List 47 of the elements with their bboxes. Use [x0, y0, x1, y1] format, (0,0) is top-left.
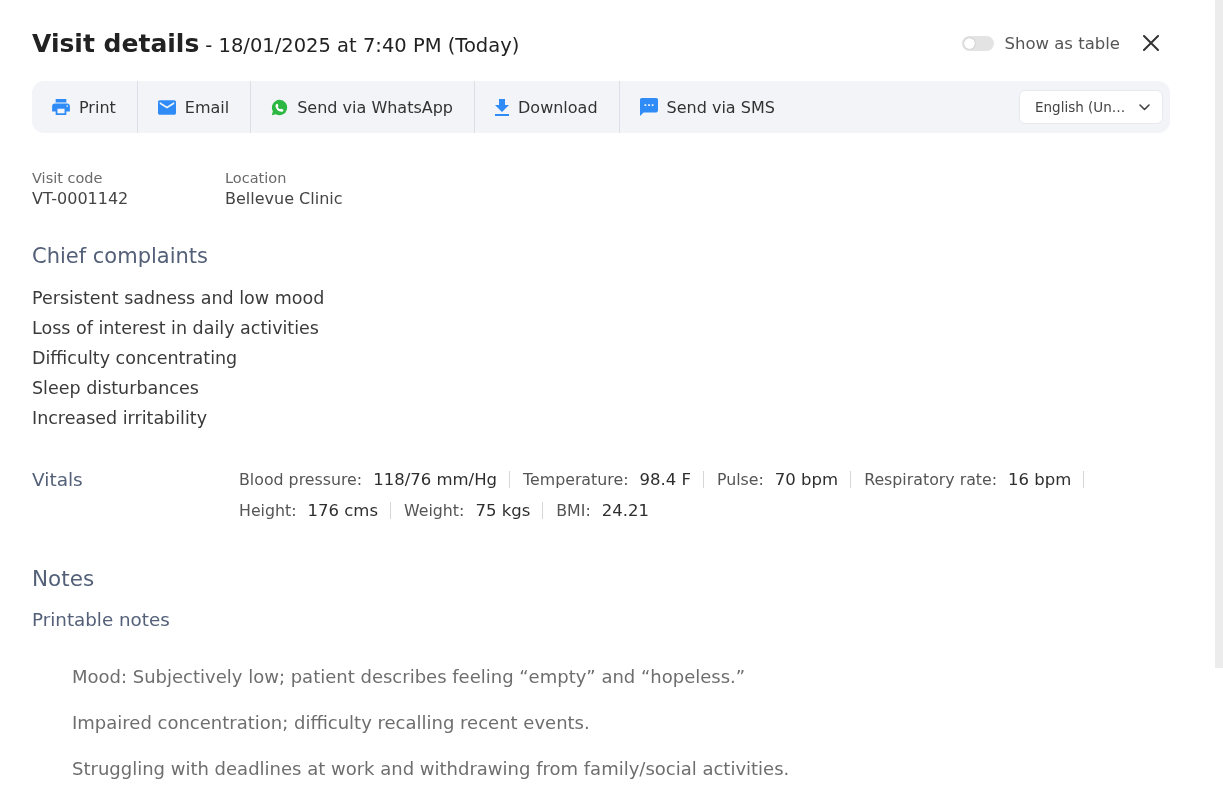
complaint-item: Persistent sadness and low mood [32, 287, 325, 310]
complaint-item: Difficulty concentrating [32, 347, 238, 370]
vital-label: Pulse: [716, 470, 764, 489]
vital-value: 75 kgs [475, 501, 531, 520]
toolbar-button[interactable]: Download [474, 81, 619, 133]
section-heading: Chief complaints [32, 243, 208, 270]
vital-value: 24.21 [601, 501, 649, 520]
vital-label: Respiratory rate: [864, 470, 998, 489]
vital-label: BMI: [556, 501, 591, 520]
toolbar-button[interactable]: Print [32, 81, 137, 133]
field-label: Location [225, 169, 287, 188]
note-text: Impaired concentration; difficulty recalling recent events. [72, 711, 590, 735]
toggle-label[interactable]: Show as table [1004, 33, 1120, 53]
field-value: Bellevue Clinic [225, 188, 343, 210]
note-text: Struggling with deadlines at work and withdrawing from family/social activities. [72, 757, 790, 781]
section-heading: Notes [32, 565, 95, 593]
language-select[interactable]: English (Un… [1019, 90, 1163, 124]
message-icon [639, 98, 658, 116]
phone-chat-icon [271, 98, 289, 116]
vital-value: 70 bpm [774, 470, 839, 489]
vital-label: Weight: [404, 501, 465, 520]
toolbar-button[interactable]: Send via SMS [618, 81, 796, 133]
printer-icon [52, 99, 70, 115]
vital-value: 16 bpm [1008, 470, 1072, 489]
complaint-item: Sleep disturbances [32, 377, 199, 400]
visit-date: - 18/01/2025 at 7:40 PM (Today) [205, 33, 520, 57]
chevron-down-icon [1139, 103, 1150, 111]
close-icon [1143, 35, 1159, 51]
note-text: Mood: Subjectively low; patient describes feeling “empty” and “hopeless.” [72, 665, 746, 689]
vital-label: Height: [239, 501, 297, 520]
subsection-heading: Printable notes [32, 608, 170, 632]
toolbar-button[interactable]: Email [136, 81, 251, 133]
vital-label: Temperature: [523, 470, 629, 489]
envelope-icon [157, 99, 176, 115]
complaint-item: Loss of interest in daily activities [32, 317, 319, 340]
field-value: VT-0001142 [32, 188, 129, 210]
complaint-item: Increased irritability [32, 407, 208, 430]
toggle-switch[interactable] [962, 35, 995, 51]
dialog-title: Visit details [32, 28, 200, 58]
section-heading: Vitals [32, 468, 83, 492]
vital-value: 176 cms [307, 501, 379, 520]
field-label: Visit code [32, 169, 103, 188]
vital-value: 118/76 mm/Hg [373, 470, 498, 489]
vital-label: Blood pressure: [239, 470, 363, 489]
download-icon [495, 98, 510, 116]
toolbar-button[interactable]: Send via WhatsApp [250, 81, 475, 133]
vital-value: 98.4 F [639, 470, 691, 489]
